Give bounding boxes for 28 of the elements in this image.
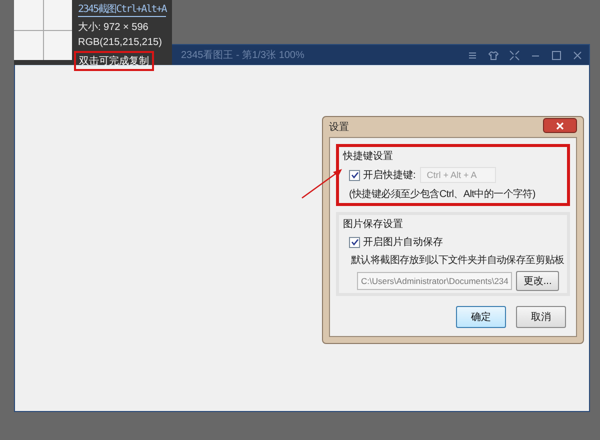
group-title: 快捷键设置: [343, 150, 394, 163]
close-icon[interactable]: [572, 50, 583, 60]
color-readout: RGB(215,215,215): [78, 37, 163, 48]
group-title: 图片保存设置: [343, 218, 404, 231]
close-button[interactable]: [543, 118, 577, 133]
folder-path-field[interactable]: C:\Users\Administrator\Documents\234: [357, 272, 512, 290]
dialog-button[interactable]: 确定: [456, 306, 506, 328]
magnifier-title: 2345截图Ctrl+Alt+A: [78, 2, 166, 17]
hotkey-note: (快捷键必须至少包含Ctrl、Alt中的一个字符): [349, 188, 536, 201]
menu-icon[interactable]: [467, 50, 478, 60]
dialog-title: 设置: [329, 120, 349, 134]
hotkey-checkbox-label[interactable]: 开启快捷键:: [349, 168, 416, 182]
dialog-button[interactable]: 取消: [516, 306, 566, 328]
check-icon: [350, 238, 358, 246]
magnifier-preview: [14, 0, 72, 60]
change-button[interactable]: 更改...: [516, 271, 559, 291]
checkbox[interactable]: [349, 236, 360, 248]
autosave-checkbox-label[interactable]: 开启图片自动保存: [349, 235, 443, 249]
maximize-icon[interactable]: [551, 50, 562, 60]
checkbox[interactable]: [349, 170, 360, 180]
window-title: 2345看图王 - 第1/3张 100%: [181, 48, 306, 62]
save-description: 默认将截图存放到以下文件夹并自动保存至剪贴板: [351, 254, 564, 267]
shrink-icon[interactable]: [509, 50, 520, 60]
close-icon: [556, 122, 564, 130]
check-icon: [350, 171, 358, 179]
copy-hint: 双击可完成复制: [74, 51, 154, 71]
size-readout: 大小: 972 × 596: [78, 20, 150, 34]
shirt-icon[interactable]: [488, 50, 499, 60]
